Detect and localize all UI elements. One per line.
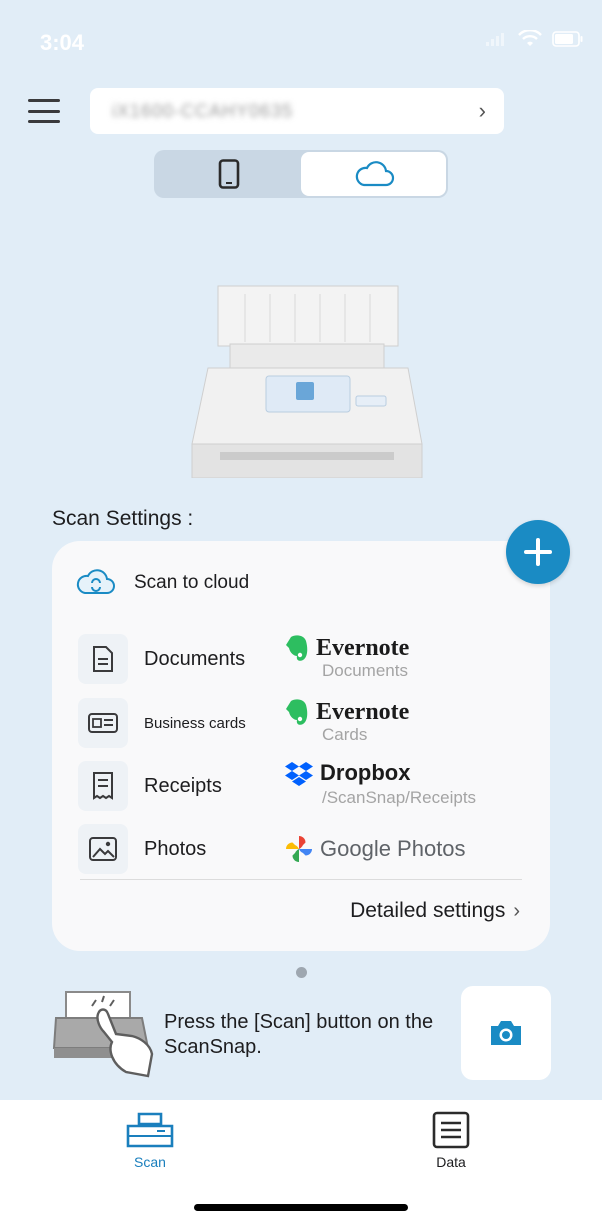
dropbox-icon: [285, 762, 313, 786]
setting-row-receipts[interactable]: Receipts Dropbox /ScanSnap/Receipts: [78, 760, 518, 812]
scan-settings-title: Scan Settings :: [52, 507, 194, 530]
destination-label: Evernote: [316, 634, 410, 661]
profile-header[interactable]: Scan to cloud: [76, 567, 249, 599]
destination-label: Google Photos: [320, 836, 466, 861]
evernote-icon: [286, 699, 308, 725]
destination-name: Evernote: [284, 633, 409, 663]
data-list-icon: [432, 1111, 470, 1149]
evernote-icon: [286, 635, 308, 661]
row-icon-box: [78, 761, 128, 811]
menu-button[interactable]: [26, 96, 62, 126]
scansnap-cloud-icon: [76, 569, 115, 594]
receipt-icon: [93, 772, 113, 800]
wifi-icon: [518, 30, 542, 46]
device-selector[interactable]: iX1600-CCAHY0635 ›: [90, 88, 504, 134]
destination-name: Dropbox: [284, 760, 410, 786]
plus-icon: [524, 538, 552, 566]
setting-row-business-cards[interactable]: Business cards Evernote Cards: [78, 697, 518, 749]
status-icons: [486, 30, 584, 48]
chevron-right-icon: ›: [478, 98, 486, 123]
press-scan-illustration: [52, 991, 154, 1078]
tab-data[interactable]: Data: [401, 1110, 501, 1170]
destination: Evernote Cards: [284, 697, 409, 749]
destination-label: Dropbox: [320, 760, 411, 785]
row-label: Photos: [144, 837, 207, 860]
status-time: 3:04: [40, 30, 85, 55]
row-icon-box: [78, 824, 128, 874]
camera-button[interactable]: [461, 986, 551, 1080]
menu-icon-bar: [28, 99, 60, 102]
google-photos-icon: [286, 836, 312, 862]
destination-path: /ScanSnap/Receipts: [322, 788, 477, 807]
document-icon: [93, 646, 113, 672]
scan-settings-card: Scan to cloud Documents Evernote Documen…: [52, 541, 550, 951]
hint-text: Press the [Scan] button on the ScanSnap.: [164, 1011, 434, 1058]
destination-name: Evernote: [284, 697, 409, 727]
menu-icon-bar: [28, 109, 60, 113]
phone-icon: [218, 159, 239, 189]
photo-icon: [89, 837, 117, 861]
destination-name: Google Photos: [284, 823, 466, 875]
destination-path: Cards: [322, 725, 368, 744]
device-name: iX1600-CCAHY0635: [112, 100, 294, 121]
segment-cloud[interactable]: [301, 152, 446, 196]
cloud-icon: [355, 161, 394, 187]
battery-icon: [552, 31, 583, 47]
destination: Dropbox /ScanSnap/Receipts: [284, 760, 476, 812]
detailed-settings-label: Detailed settings: [350, 899, 506, 922]
row-label: Documents: [144, 647, 246, 670]
page-indicator-dot: [296, 967, 307, 978]
setting-row-photos[interactable]: Photos Google Photos: [78, 823, 518, 875]
tab-scan[interactable]: Scan: [100, 1110, 200, 1170]
setting-row-documents[interactable]: Documents Evernote Documents: [78, 633, 518, 685]
business-card-icon: [88, 713, 118, 733]
divider: [80, 879, 522, 880]
tab-label: Scan: [134, 1154, 166, 1170]
tab-bar: Scan Data: [0, 1100, 602, 1224]
detailed-settings-link[interactable]: Detailed settings ›: [350, 899, 520, 923]
profile-label: Scan to cloud: [134, 572, 250, 593]
scanner-icon: [126, 1112, 174, 1148]
connection-segment: [154, 150, 448, 198]
status-bar: 3:04: [0, 0, 602, 80]
menu-icon-bar: [28, 120, 60, 123]
row-icon-box: [78, 698, 128, 748]
row-label: Business cards: [144, 714, 246, 732]
row-icon-box: [78, 634, 128, 684]
destination: Evernote Documents: [284, 633, 409, 685]
home-indicator[interactable]: [194, 1204, 408, 1211]
segment-phone[interactable]: [156, 152, 301, 196]
scanner-illustration: [191, 285, 423, 478]
destination-label: Evernote: [316, 698, 410, 725]
destination: Google Photos: [284, 823, 466, 875]
destination-path: Documents: [322, 661, 408, 680]
chevron-right-icon: ›: [513, 899, 520, 922]
camera-icon: [491, 1021, 521, 1045]
signal-icon: [486, 33, 504, 46]
tab-label: Data: [436, 1154, 466, 1170]
add-profile-button[interactable]: [506, 520, 570, 584]
row-label: Receipts: [144, 774, 222, 797]
